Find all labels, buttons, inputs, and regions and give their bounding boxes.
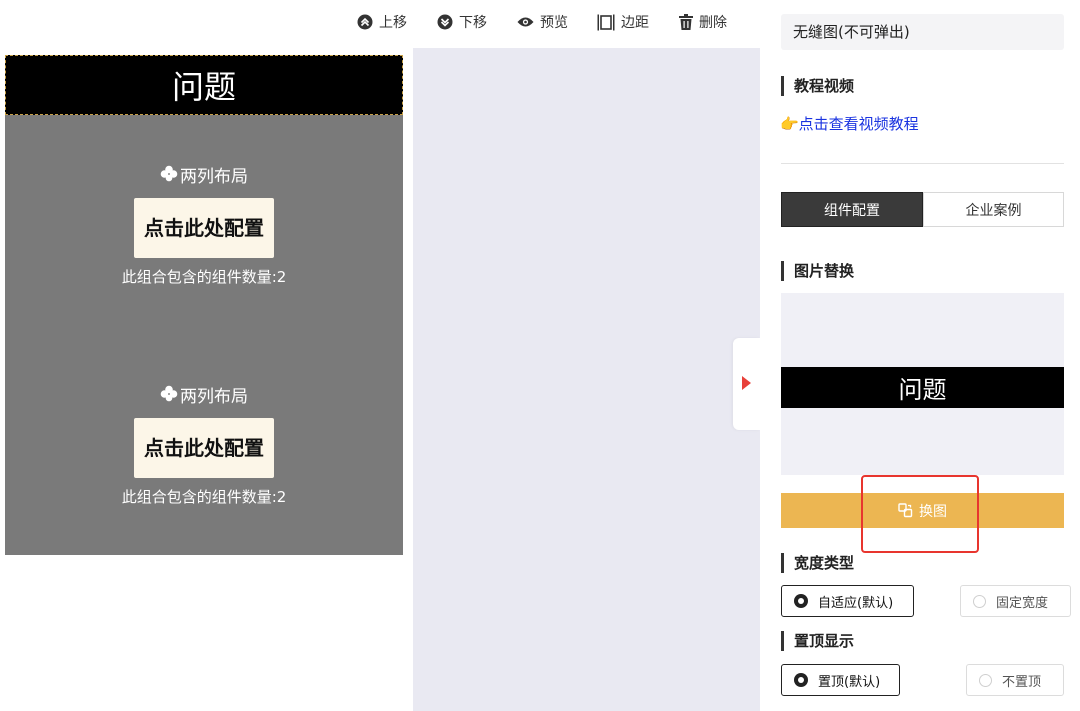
eye-icon <box>517 17 534 27</box>
layout-title: 两列布局 <box>5 382 403 407</box>
configure-button[interactable]: 点击此处配置 <box>134 418 274 478</box>
replace-image-label: 换图 <box>919 503 947 520</box>
image-preview: 问题 <box>781 367 1064 408</box>
header-title: 问题 <box>171 68 236 106</box>
width-fixed-radio[interactable]: 固定宽度 <box>960 585 1071 617</box>
layout-title-text: 两列布局 <box>180 386 248 407</box>
width-type-section-title: 宽度类型 <box>781 553 854 573</box>
move-down-icon <box>437 14 453 30</box>
divider <box>781 163 1064 164</box>
move-up-icon <box>357 14 373 30</box>
clover-icon <box>160 385 178 402</box>
delete-button[interactable]: 删除 <box>679 11 727 33</box>
move-up-button[interactable]: 上移 <box>357 11 407 33</box>
margin-button[interactable]: 边距 <box>597 11 649 33</box>
panel-collapse-toggle[interactable] <box>733 338 760 430</box>
swap-image-icon <box>898 503 913 518</box>
width-fixed-label: 固定宽度 <box>996 595 1049 611</box>
image-preview-box: 问题 <box>781 293 1064 475</box>
caret-right-icon <box>742 376 751 390</box>
component-count-text: 此组合包含的组件数量:2 <box>121 488 287 506</box>
width-auto-label: 自适应(默认) <box>818 595 894 611</box>
canvas-background <box>413 48 760 711</box>
layout-title: 两列布局 <box>5 162 403 187</box>
move-down-button[interactable]: 下移 <box>437 11 487 33</box>
two-column-layout-block[interactable]: 两列布局 点击此处配置 此组合包含的组件数量:2 <box>5 162 403 287</box>
layout-title-text: 两列布局 <box>180 166 248 187</box>
component-name: 无缝图(不可弹出) <box>781 14 1064 50</box>
editor-toolbar: 上移 下移 预览 边距 删除 <box>0 0 760 48</box>
preview-button[interactable]: 预览 <box>517 11 568 33</box>
radio-selected-icon <box>794 594 808 608</box>
radio-selected-icon <box>794 673 808 687</box>
image-replace-section-title: 图片替换 <box>781 261 854 281</box>
radio-unselected-icon <box>973 594 986 608</box>
width-auto-radio[interactable]: 自适应(默认) <box>781 585 914 617</box>
delete-label: 删除 <box>699 15 727 31</box>
sticky-off-radio[interactable]: 不置顶 <box>966 664 1064 696</box>
margin-label: 边距 <box>621 15 649 31</box>
settings-panel: 无缝图(不可弹出) 教程视频 👉点击查看视频教程 组件配置 企业案例 图片替换 … <box>760 0 1080 711</box>
sticky-on-label: 置顶(默认) <box>818 674 881 690</box>
trash-icon <box>679 14 693 30</box>
move-up-label: 上移 <box>379 15 407 31</box>
tutorial-video-link[interactable]: 👉点击查看视频教程 <box>780 113 919 134</box>
clover-icon <box>160 165 178 182</box>
selected-image-component[interactable]: 问题 <box>5 55 403 115</box>
sticky-section-title: 置顶显示 <box>781 631 854 651</box>
move-down-label: 下移 <box>459 15 487 31</box>
preview-label: 预览 <box>540 15 568 31</box>
phone-preview: 问题 两列布局 点击此处配置 此组合包含的组件数量:2 两列布局 点击此处配置 <box>5 55 403 555</box>
two-column-layout-block[interactable]: 两列布局 点击此处配置 此组合包含的组件数量:2 <box>5 382 403 507</box>
sticky-off-label: 不置顶 <box>1002 674 1042 690</box>
image-preview-text: 问题 <box>898 376 947 404</box>
tab-enterprise-cases[interactable]: 企业案例 <box>923 192 1064 227</box>
configure-button[interactable]: 点击此处配置 <box>134 198 274 258</box>
margin-icon <box>597 14 615 30</box>
radio-unselected-icon <box>979 673 992 687</box>
component-count-text: 此组合包含的组件数量:2 <box>121 268 287 286</box>
tab-component-config[interactable]: 组件配置 <box>781 192 923 227</box>
tutorial-section-title: 教程视频 <box>781 76 854 96</box>
replace-image-button[interactable]: 换图 <box>781 493 1064 528</box>
sticky-on-radio[interactable]: 置顶(默认) <box>781 664 900 696</box>
